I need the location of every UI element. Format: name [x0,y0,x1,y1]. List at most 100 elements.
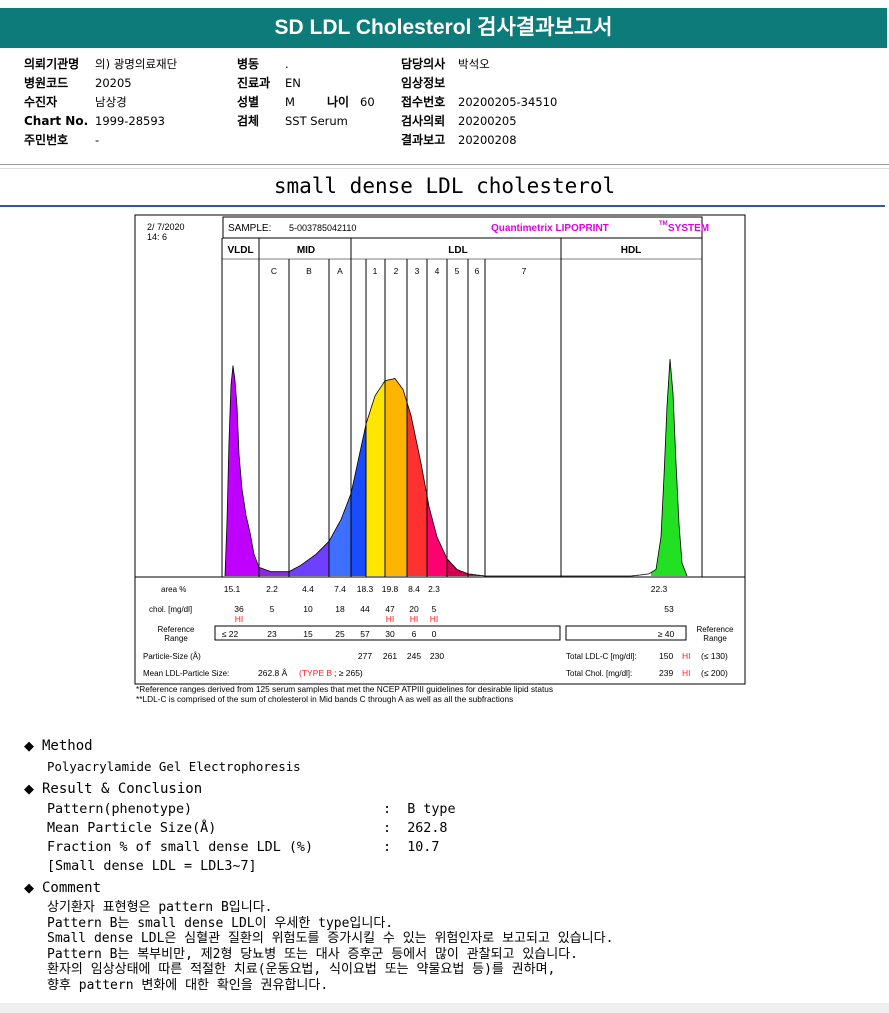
hi-flag: HI [430,614,439,624]
result-note: [Small dense LDL = LDL3~7] [47,859,257,874]
comment-line: 상기환자 표현형은 pattern B입니다. [47,900,273,915]
chol-value: 18 [335,604,345,614]
info-value: 박석오 [458,57,490,71]
area-value: 18.3 [357,584,374,594]
lipoprint-chart: 2/ 7/202014: 6 SAMPLE: 5-003785042110 Quant… [134,214,746,685]
chol-value: 53 [664,604,674,614]
mean-size-label: Mean LDL-Particle Size: [143,669,229,678]
info-row: 주민번호 - [24,131,177,150]
info-value: 20205 [95,76,132,90]
band-label: 2 [394,266,399,276]
area-value: 15.1 [224,584,241,594]
info-value: SST Serum [285,114,348,128]
particle-size-value: 245 [407,651,421,661]
method-text: Polyacrylamide Gel Electrophoresis [47,759,301,774]
result-value-row: : B type [383,802,456,817]
result-value-row: : 262.8 [383,821,448,836]
patient-info-col3: 담당의사 박석오 임상정보 접수번호 20200205-34510 검사의뢰 2020… [401,55,557,150]
info-row: 임상정보 [401,74,557,93]
comment-body: 상기환자 표현형은 pattern B입니다. Pattern B는 small… [47,900,613,993]
comment-line: Pattern B는 복부비만, 제2형 당뇨병 또는 대사 증후군 등에서 많… [47,946,578,962]
area-value: 2.3 [428,584,440,594]
band-label: 4 [435,266,440,276]
particle-size-value: 277 [358,651,372,661]
info-value: M [285,95,295,109]
info-row: 담당의사 박석오 [401,55,557,74]
comment-line: 향후 pattern 변화에 대한 확인을 권유합니다. [47,977,329,993]
area-value: 22.3 [651,584,668,594]
info-label: 수진자 [24,95,58,109]
report-sheet: SD LDL Cholesterol 검사결과보고서 의뢰기관명 의) 광명의료재… [0,0,889,1003]
band-label: B [306,266,312,276]
band-label: 6 [475,266,480,276]
info-label: 임상정보 [401,76,446,90]
reference-value: 6 [412,629,417,639]
reference-value: 25 [335,629,345,639]
info-value: 남상경 [95,95,127,109]
info-row: 수진자 남상경 [24,93,177,112]
info-label: 검체 [237,114,260,128]
info-value: 의) 광명의료재단 [95,57,178,71]
mean-size-value: 262.8 Å [258,668,288,678]
chol-value: 10 [303,604,313,614]
info-value: 1999-28593 [95,114,165,128]
chol-value: 5 [432,604,437,614]
info-value: 20200208 [458,133,517,147]
reference-value: 57 [360,629,370,639]
info-label: 병원코드 [24,76,69,90]
info-label: 주민번호 [24,133,69,147]
reference-value: 0 [432,629,437,639]
result-label: Mean Particle Size(Å) [47,821,217,836]
total-chol-ref: (≤ 200) [701,668,728,678]
info-row: Chart No. 1999-28593 [24,112,177,131]
mean-size-type: (TYPE B [299,668,332,678]
reference-label: Range [164,634,188,643]
diamond-bullet-icon: ◆ [24,881,34,896]
area-value: 7.4 [334,584,346,594]
total-ldl-flag: HI [682,651,691,661]
area-value: 19.8 [382,584,399,594]
chol-value: 5 [270,604,275,614]
group-label: HDL [621,245,642,256]
result-value: 10.7 [407,840,440,855]
total-ldl-value: 150 [659,651,673,661]
result-value-row: : 10.7 [383,840,440,855]
chol-label: chol. [mg/dl] [149,605,192,614]
hdl-reference-value: ≥ 40 [658,629,675,639]
group-label: VLDL [227,245,253,256]
band-label: 3 [415,266,420,276]
method-heading: ◆ Method [24,738,93,754]
info-label: 담당의사 [401,57,446,71]
total-ldl-ref: (≤ 130) [701,651,728,661]
result-row: Mean Particle Size(Å) [47,819,216,838]
info-divider [0,164,889,165]
patient-info-col2: 병동. 진료과 EN 성별 M 나이 60 검체 SST Serum [237,55,375,131]
sample-id: 5-003785042110 [289,223,356,233]
report-title: SD LDL Cholesterol 검사결과보고서 [0,8,887,48]
chol-value: 20 [409,604,419,614]
reference-value: 15 [303,629,313,639]
footnote: **LDL-C is comprised of the sum of chole… [136,694,514,704]
patient-info-col1: 의뢰기관명 의) 광명의료재단 병원코드 20205 수진자 남상경 Chart No… [24,55,177,150]
info-row: 진료과 EN [237,74,375,93]
comment-heading-text: Comment [42,880,102,896]
sample-label: SAMPLE: [228,223,271,234]
info-value: . [285,57,289,71]
result-row: Fraction % of small dense LDL (%) [47,838,313,857]
total-chol-flag: HI [682,668,691,678]
info-row: 접수번호 20200205-34510 [401,93,557,112]
brand-tm: TM [659,221,668,227]
comment-line: Small dense LDL은 심혈관 질환의 위험도를 증가시킬 수 있는 … [47,931,614,946]
chol-value: 44 [360,604,370,614]
hi-flag: HI [386,614,395,624]
result-row: Pattern(phenotype) [47,800,192,819]
diamond-bullet-icon: ◆ [24,782,34,797]
result-label: Pattern(phenotype) [47,802,193,817]
total-ldl-label: Total LDL-C [mg/dl]: [566,652,637,661]
result-value: 262.8 [407,821,448,836]
info-value: - [95,133,100,147]
info-value: 20200205-34510 [458,95,558,109]
comment-line: 환자의 임상상태에 따른 적절한 치료(운동요법, 식이요법 또는 약물요법 등… [47,962,556,977]
band-label: A [337,266,343,276]
hi-flag: HI [235,614,244,624]
